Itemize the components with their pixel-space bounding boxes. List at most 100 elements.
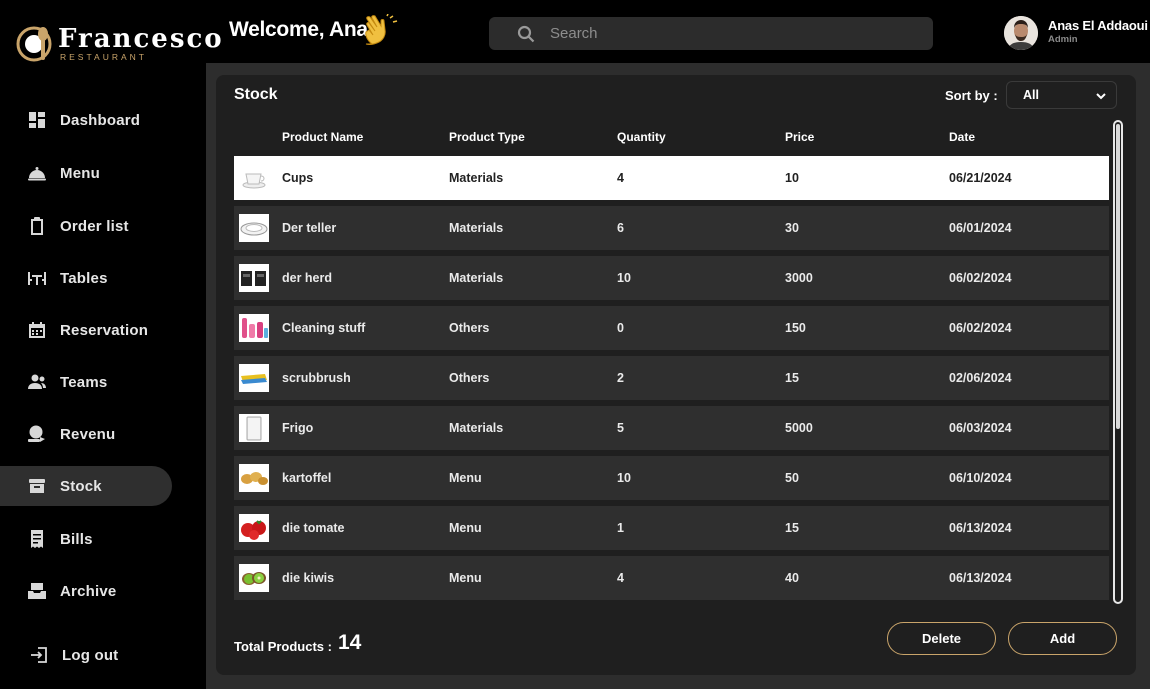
sidebar-item-label: Menu	[60, 164, 100, 182]
sidebar-item-label: Stock	[60, 477, 102, 495]
sidebar-item-bills[interactable]: Bills	[0, 519, 172, 559]
table-row[interactable]: scrubbrush Others 2 15 02/06/2024	[234, 356, 1109, 400]
product-price: 5000	[785, 421, 813, 435]
product-type: Menu	[449, 521, 482, 535]
brand-name: Francesco	[58, 24, 224, 54]
sidebar-item-label: Bills	[60, 530, 93, 548]
product-price: 15	[785, 521, 799, 535]
column-header-date[interactable]: Date	[949, 130, 975, 144]
product-price: 3000	[785, 271, 813, 285]
product-name: der herd	[282, 271, 333, 285]
product-name: die tomate	[282, 521, 345, 535]
sidebar-item-dashboard[interactable]: Dashboard	[0, 100, 172, 140]
product-type: Menu	[449, 471, 482, 485]
product-date: 06/13/2024	[949, 521, 1012, 535]
avatar[interactable]	[1004, 16, 1038, 50]
receipt-icon	[26, 528, 48, 550]
product-date: 06/01/2024	[949, 221, 1012, 235]
sidebar-item-reservation[interactable]: Reservation	[0, 310, 172, 350]
delete-button[interactable]: Delete	[887, 622, 996, 655]
sidebar-item-archive[interactable]: Archive	[0, 571, 172, 611]
column-header-product-name[interactable]: Product Name	[282, 130, 363, 144]
team-icon	[26, 371, 48, 393]
table-row[interactable]: die tomate Menu 1 15 06/13/2024	[234, 506, 1109, 550]
cloche-icon	[26, 162, 48, 184]
logout-icon	[28, 644, 50, 666]
table-row[interactable]: Der teller Materials 6 30 06/01/2024	[234, 206, 1109, 250]
logout-button[interactable]: Log out	[0, 635, 172, 675]
user-name: Anas El Addaoui	[1048, 18, 1148, 33]
fridge-image	[239, 414, 269, 442]
product-price: 50	[785, 471, 799, 485]
product-price: 15	[785, 371, 799, 385]
product-type: Others	[449, 371, 490, 385]
product-quantity: 10	[617, 471, 631, 485]
archive-box-icon	[26, 475, 48, 497]
table-row[interactable]: die kiwis Menu 4 40 06/13/2024	[234, 556, 1109, 600]
sidebar-item-order-list[interactable]: Order list	[0, 206, 172, 246]
page-title: Stock	[234, 86, 278, 103]
user-photo-icon	[1004, 16, 1038, 50]
sidebar-item-label: Order list	[60, 217, 129, 235]
product-date: 06/03/2024	[949, 421, 1012, 435]
welcome-heading: Welcome, Anas	[229, 18, 380, 41]
table-row[interactable]: Frigo Materials 5 5000 06/03/2024	[234, 406, 1109, 450]
brand-logo[interactable]: Francesco RESTAURANT	[16, 22, 222, 66]
column-header-price[interactable]: Price	[785, 130, 814, 144]
product-name: scrubbrush	[282, 371, 351, 385]
column-header-quantity[interactable]: Quantity	[617, 130, 666, 144]
chevron-down-icon	[1096, 93, 1106, 100]
product-type: Materials	[449, 221, 504, 235]
table-row[interactable]: kartoffel Menu 10 50 06/10/2024	[234, 456, 1109, 500]
total-products-label: Total Products :	[234, 639, 332, 654]
clipboard-icon	[26, 215, 48, 237]
product-quantity: 1	[617, 521, 624, 535]
table-row[interactable]: Cleaning stuff Others 0 150 06/02/2024	[234, 306, 1109, 350]
product-quantity: 5	[617, 421, 624, 435]
cleaning-image	[239, 314, 269, 342]
search-input[interactable]	[550, 25, 910, 42]
product-quantity: 4	[617, 171, 624, 185]
sort-select[interactable]: All	[1006, 81, 1117, 109]
sidebar-item-menu[interactable]: Menu	[0, 153, 172, 193]
table-row[interactable]: Cups Materials 4 10 06/21/2024	[234, 156, 1109, 200]
product-quantity: 4	[617, 571, 624, 585]
table-row[interactable]: der herd Materials 10 3000 06/02/2024	[234, 256, 1109, 300]
sidebar-item-stock[interactable]: Stock	[0, 466, 172, 506]
stove-image	[239, 264, 269, 292]
product-price: 150	[785, 321, 806, 335]
sidebar-item-tables[interactable]: Tables	[0, 258, 172, 298]
product-quantity: 0	[617, 321, 624, 335]
sidebar-item-label: Tables	[60, 269, 108, 287]
scrollbar-thumb[interactable]	[1116, 124, 1120, 429]
product-name: kartoffel	[282, 471, 332, 485]
add-button[interactable]: Add	[1008, 622, 1117, 655]
sponge-image	[239, 364, 269, 392]
column-header-product-type[interactable]: Product Type	[449, 130, 525, 144]
user-role: Admin	[1048, 34, 1078, 45]
sidebar-item-revenu[interactable]: Revenu	[0, 414, 172, 454]
sort-select-value: All	[1023, 88, 1039, 102]
sidebar-item-teams[interactable]: Teams	[0, 362, 172, 402]
product-name: die kiwis	[282, 571, 335, 585]
product-type: Others	[449, 321, 490, 335]
table-icon	[26, 267, 48, 289]
search-icon	[517, 25, 535, 42]
table-bottom-mask	[234, 600, 1109, 604]
archive-tray-icon	[26, 580, 48, 602]
product-name: Cups	[282, 171, 314, 185]
product-price: 40	[785, 571, 799, 585]
sort-label: Sort by :	[945, 88, 998, 103]
product-price: 10	[785, 171, 799, 185]
product-name: Cleaning stuff	[282, 321, 366, 335]
sidebar-item-label: Revenu	[60, 425, 116, 443]
potato-image	[239, 464, 269, 492]
product-name: Frigo	[282, 421, 314, 435]
product-date: 06/21/2024	[949, 171, 1012, 185]
search-bar[interactable]	[489, 17, 933, 50]
product-quantity: 6	[617, 221, 624, 235]
sidebar: Francesco RESTAURANT Dashboard Menu Orde…	[0, 0, 222, 689]
kiwi-image	[239, 564, 269, 592]
product-name: Der teller	[282, 221, 337, 235]
revenue-icon	[26, 423, 48, 445]
